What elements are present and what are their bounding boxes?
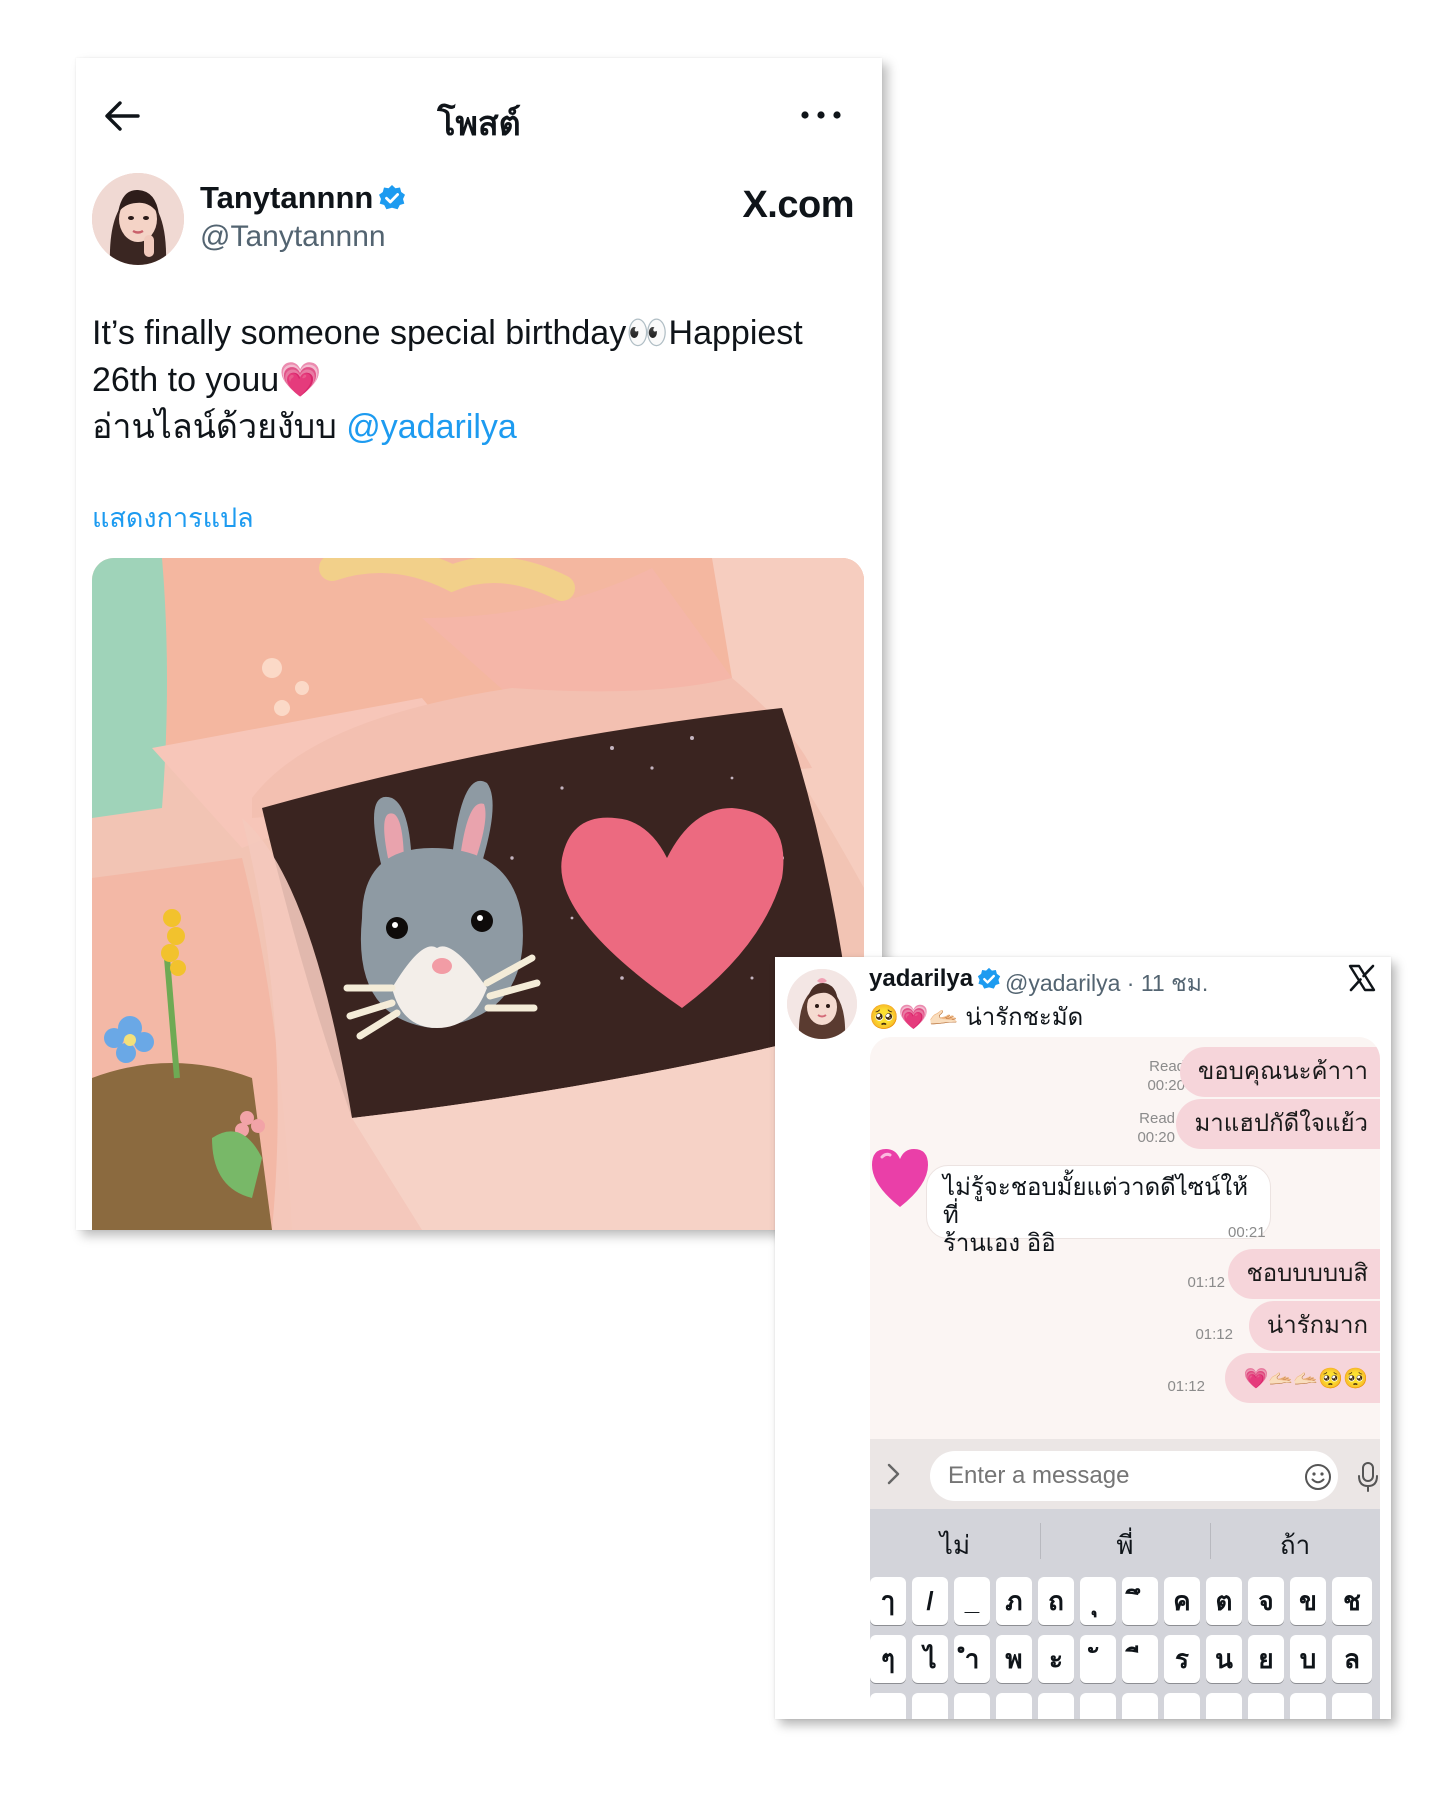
reply-emoji: 🥺💗🫴🏻 [869, 1003, 959, 1031]
message-time: 00:20 [1137, 1129, 1175, 1146]
post-text: It’s finally someone special birthday👀Ha… [92, 310, 852, 451]
post-image-cake[interactable] [92, 558, 864, 1230]
reply-avatar[interactable] [787, 969, 857, 1039]
chat-area: Read 00:20 ขอบคุณนะค้าาา Read 00:20 มาแฮ… [870, 1037, 1380, 1439]
key[interactable]: ล [1332, 1635, 1372, 1683]
verified-icon [378, 184, 406, 212]
verified-icon [977, 967, 1001, 991]
key[interactable]: ไ [912, 1635, 948, 1683]
message-bubble-out: 💗🫴🏻🫴🏻🥺🥺 [1225, 1353, 1380, 1403]
show-translation-link[interactable]: แสดงการแปล [92, 496, 254, 539]
chevron-right-icon[interactable] [882, 1461, 904, 1487]
post-text-thai: อ่านไลน์ด้วยงับบ [92, 408, 347, 446]
key[interactable]: ภ [996, 1577, 1032, 1625]
message-time: 01:12 [1187, 1274, 1225, 1291]
read-status: Read [1139, 1110, 1175, 1127]
keyboard-suggestion[interactable]: ถ้า [1210, 1525, 1380, 1566]
key[interactable]: ี [1122, 1635, 1158, 1683]
key[interactable]: น [1206, 1635, 1242, 1683]
key[interactable]: ย [1248, 1635, 1284, 1683]
key[interactable]: ๅ [870, 1577, 906, 1625]
key[interactable] [1122, 1693, 1158, 1719]
thai-keyboard: ไม่ พี่ ถ้า ๅ / _ ภ ถ ุ ึ ค ต จ ข ช ๆ ไ … [870, 1509, 1380, 1719]
key[interactable] [1080, 1693, 1116, 1719]
message-bubble-out: มาแฮปกัดีใจแย้ว [1176, 1099, 1380, 1149]
author-avatar[interactable] [92, 173, 184, 265]
mention-link[interactable]: @yadarilya [346, 408, 517, 446]
key[interactable]: ำ [954, 1635, 990, 1683]
keyboard-suggestion[interactable]: พี่ [1040, 1525, 1210, 1566]
author-name[interactable]: Tanytannnn [200, 180, 373, 216]
microphone-icon[interactable] [1356, 1461, 1380, 1493]
key[interactable] [1164, 1693, 1200, 1719]
key[interactable]: ต [1206, 1577, 1242, 1625]
key[interactable] [1248, 1693, 1284, 1719]
emoji-icon[interactable] [1304, 1463, 1332, 1491]
key[interactable] [1038, 1693, 1074, 1719]
post-text-line-3: อ่านไลน์ด้วยงับบ @yadarilya [92, 404, 852, 451]
message-input[interactable] [930, 1451, 1338, 1501]
key[interactable]: ช [1332, 1577, 1372, 1625]
message-meta: Read 00:20 [1137, 1109, 1175, 1147]
message-bubble-out: น่ารักมาก [1248, 1301, 1380, 1351]
key[interactable] [1206, 1693, 1242, 1719]
key[interactable]: ๆ [870, 1635, 906, 1683]
key[interactable] [954, 1693, 990, 1719]
key[interactable]: ข [1290, 1577, 1326, 1625]
reply-text-thai: น่ารักชะมัด [965, 1004, 1084, 1031]
key[interactable]: _ [954, 1577, 990, 1625]
message-time: 01:12 [1195, 1326, 1233, 1343]
chat-screenshot: Read 00:20 ขอบคุณนะค้าาา Read 00:20 มาแฮ… [870, 1037, 1380, 1719]
post-card: โพสต์ Tanytannnn @Tanytannnn X.com It’s … [76, 58, 882, 1230]
message-time: 01:12 [1167, 1378, 1205, 1395]
key[interactable]: ั [1080, 1635, 1116, 1683]
key[interactable]: ึ [1122, 1577, 1158, 1625]
key[interactable] [1332, 1693, 1372, 1719]
key[interactable] [912, 1693, 948, 1719]
x-logo-icon [1347, 963, 1377, 993]
keyboard-suggestion[interactable]: ไม่ [870, 1525, 1040, 1566]
message-time: 00:21 [1228, 1224, 1266, 1241]
key[interactable]: / [912, 1577, 948, 1625]
reply-text: 🥺💗🫴🏻 น่ารักชะมัด [869, 997, 1083, 1036]
post-text-line-2: 26th to youu💗 [92, 361, 322, 399]
reply-author-name[interactable]: yadarilya [869, 965, 973, 993]
message-time: 00:20 [1147, 1077, 1185, 1094]
key[interactable]: ถ [1038, 1577, 1074, 1625]
message-bubble-out: ขอบคุณนะค้าาา [1179, 1047, 1380, 1097]
xcom-logo: X.com [742, 184, 854, 226]
reply-card: yadarilya @yadarilya · 11 ชม. 🥺💗🫴🏻 น่ารั… [775, 957, 1391, 1719]
key[interactable]: พ [996, 1635, 1032, 1683]
page-title: โพสต์ [437, 105, 521, 143]
key[interactable]: ร [1164, 1635, 1200, 1683]
message-text-line: ร้านเอง อิอิ [943, 1230, 1056, 1257]
key[interactable]: ุ [1080, 1577, 1116, 1625]
post-text-line-1: It’s finally someone special birthday👀Ha… [92, 314, 803, 352]
key[interactable]: ค [1164, 1577, 1200, 1625]
message-text-line: ไม่รู้จะชอบมั้ยแต่วาดดีไซน์ให้ที่ [943, 1174, 1249, 1229]
heart-sticker-icon [870, 1145, 930, 1211]
message-bubble-in: ไม่รู้จะชอบมั้ยแต่วาดดีไซน์ให้ที่ ร้านเอ… [926, 1165, 1271, 1257]
key[interactable] [870, 1693, 906, 1719]
key[interactable]: จ [1248, 1577, 1284, 1625]
message-bubble-out: ชอบบบบบสิ [1228, 1249, 1380, 1299]
message-input-bar [870, 1439, 1380, 1509]
top-bar: โพสต์ [76, 58, 882, 173]
more-icon[interactable] [796, 100, 846, 130]
key[interactable] [996, 1693, 1032, 1719]
author-handle[interactable]: @Tanytannnn [200, 220, 386, 254]
key[interactable]: ะ [1038, 1635, 1074, 1683]
key[interactable]: บ [1290, 1635, 1326, 1683]
key[interactable] [1290, 1693, 1326, 1719]
